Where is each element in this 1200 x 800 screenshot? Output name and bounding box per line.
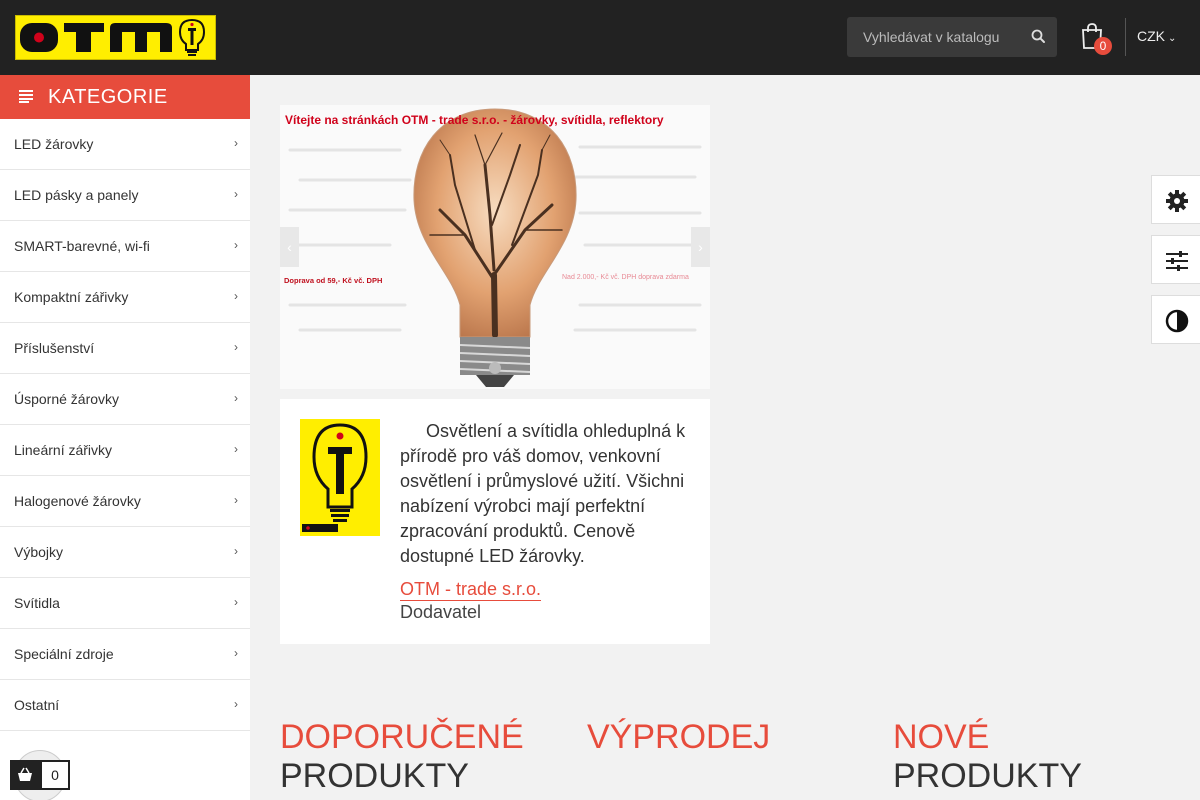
about-box: Osvětlení a svítidla ohleduplná k přírod… [280, 399, 710, 644]
sliders-icon [1166, 251, 1188, 271]
chevron-right-icon: › [234, 289, 238, 303]
category-item-specialni[interactable]: Speciální zdroje › [0, 629, 250, 680]
category-item-usporne[interactable]: Úsporné žárovky › [0, 374, 250, 425]
category-item-led-pasky[interactable]: LED pásky a panely › [0, 170, 250, 221]
category-item-prislusenstvi[interactable]: Příslušenství › [0, 323, 250, 374]
floating-cart-button[interactable]: 0 [10, 760, 70, 790]
chevron-right-icon: › [234, 340, 238, 354]
category-label: Úsporné žárovky [14, 391, 120, 407]
category-label: Halogenové žárovky [14, 493, 141, 509]
chevron-right-icon: › [234, 595, 238, 609]
basket-icon [10, 760, 40, 790]
category-item-halogenove[interactable]: Halogenové žárovky › [0, 476, 250, 527]
company-role: Dodavatel [400, 602, 482, 622]
otm-logo-graphic [20, 18, 206, 56]
cart-button[interactable]: 0 [1080, 22, 1114, 56]
slider-next-button[interactable]: › [691, 227, 710, 267]
otm-bulb-logo [300, 419, 380, 536]
category-item-led-zarovky[interactable]: LED žárovky › [0, 119, 250, 170]
section-heading-line1: NOVÉ [893, 718, 990, 756]
slider-prev-button[interactable]: ‹ [280, 227, 299, 267]
chevron-right-icon: › [234, 442, 238, 456]
category-item-linearni[interactable]: Lineární zářivky › [0, 425, 250, 476]
section-sale-heading: VÝPRODEJ [587, 718, 770, 757]
category-label: Lineární zářivky [14, 442, 113, 458]
currency-label: CZK [1137, 28, 1165, 44]
section-heading-line2: PRODUKTY [280, 757, 469, 795]
category-item-svitidla[interactable]: Svítidla › [0, 578, 250, 629]
chevron-right-icon: › [234, 238, 238, 252]
site-header: 0 CZK⌄ [0, 0, 1200, 75]
category-label: Speciální zdroje [14, 646, 114, 662]
slider-free-shipping-note: Nad 2.000,- Kč vč. DPH doprava zdarma [562, 274, 689, 281]
cart-count-badge: 0 [1094, 37, 1112, 55]
categories-title: KATEGORIE [48, 86, 168, 108]
chevron-right-icon: › [234, 136, 238, 150]
chevron-right-icon: › [234, 544, 238, 558]
section-new-heading: NOVÉ PRODUKTY [893, 718, 1082, 796]
category-label: Příslušenství [14, 340, 95, 356]
category-label: SMART-barevné, wi-fi [14, 238, 150, 254]
contrast-tool-button[interactable] [1151, 295, 1200, 344]
filter-tool-button[interactable] [1151, 235, 1200, 284]
category-item-kompaktni[interactable]: Kompaktní zářivky › [0, 272, 250, 323]
slider-banner-image [288, 108, 702, 387]
section-heading-line1: DOPORUČENÉ [280, 718, 524, 756]
chevron-right-icon: › [234, 697, 238, 711]
slider-dot[interactable] [489, 362, 501, 374]
category-label: Výbojky [14, 544, 64, 560]
about-description: Osvětlení a svítidla ohleduplná k přírod… [400, 421, 686, 566]
menu-lines-icon [19, 90, 33, 103]
otm-logo[interactable] [15, 15, 216, 60]
settings-tool-button[interactable] [1151, 175, 1200, 224]
category-label: Kompaktní zářivky [14, 289, 129, 305]
category-item-ostatni[interactable]: Ostatní › [0, 680, 250, 731]
category-label: LED žárovky [14, 136, 94, 152]
section-heading-line1: VÝPRODEJ [587, 718, 771, 756]
chevron-right-icon: › [234, 391, 238, 405]
company-link[interactable]: OTM - trade s.r.o. [400, 578, 542, 601]
category-item-smart[interactable]: SMART-barevné, wi-fi › [0, 221, 250, 272]
homepage-slider: Vítejte na stránkách OTM - trade s.r.o. … [280, 105, 710, 389]
chevron-down-icon: ⌄ [1168, 33, 1177, 44]
gear-icon [1166, 190, 1188, 212]
chevron-right-icon: › [234, 646, 238, 660]
chevron-right-icon: › [234, 493, 238, 507]
contrast-icon [1165, 309, 1189, 333]
currency-selector[interactable]: CZK ⌄ [1137, 28, 1176, 44]
search-input[interactable] [847, 17, 1017, 57]
section-recommended-heading: DOPORUČENÉ PRODUKTY [280, 718, 524, 796]
mini-cart-count: 0 [40, 760, 70, 790]
categories-header: KATEGORIE [0, 75, 250, 119]
slider-title: Vítejte na stránkách OTM - trade s.r.o. … [285, 113, 664, 127]
section-heading-line2: PRODUKTY [893, 757, 1082, 795]
category-label: LED pásky a panely [14, 187, 139, 203]
header-divider [1125, 18, 1126, 56]
slider-shipping-note: Doprava od 59,- Kč vč. DPH [284, 276, 383, 285]
chevron-right-icon: › [234, 187, 238, 201]
search-box [847, 17, 1057, 57]
category-item-vybojky[interactable]: Výbojky › [0, 527, 250, 578]
category-menu: LED žárovky › LED pásky a panely › SMART-b… [0, 119, 250, 800]
search-icon[interactable] [1029, 27, 1049, 47]
category-label: Svítidla [14, 595, 60, 611]
category-label: Ostatní [14, 697, 60, 713]
